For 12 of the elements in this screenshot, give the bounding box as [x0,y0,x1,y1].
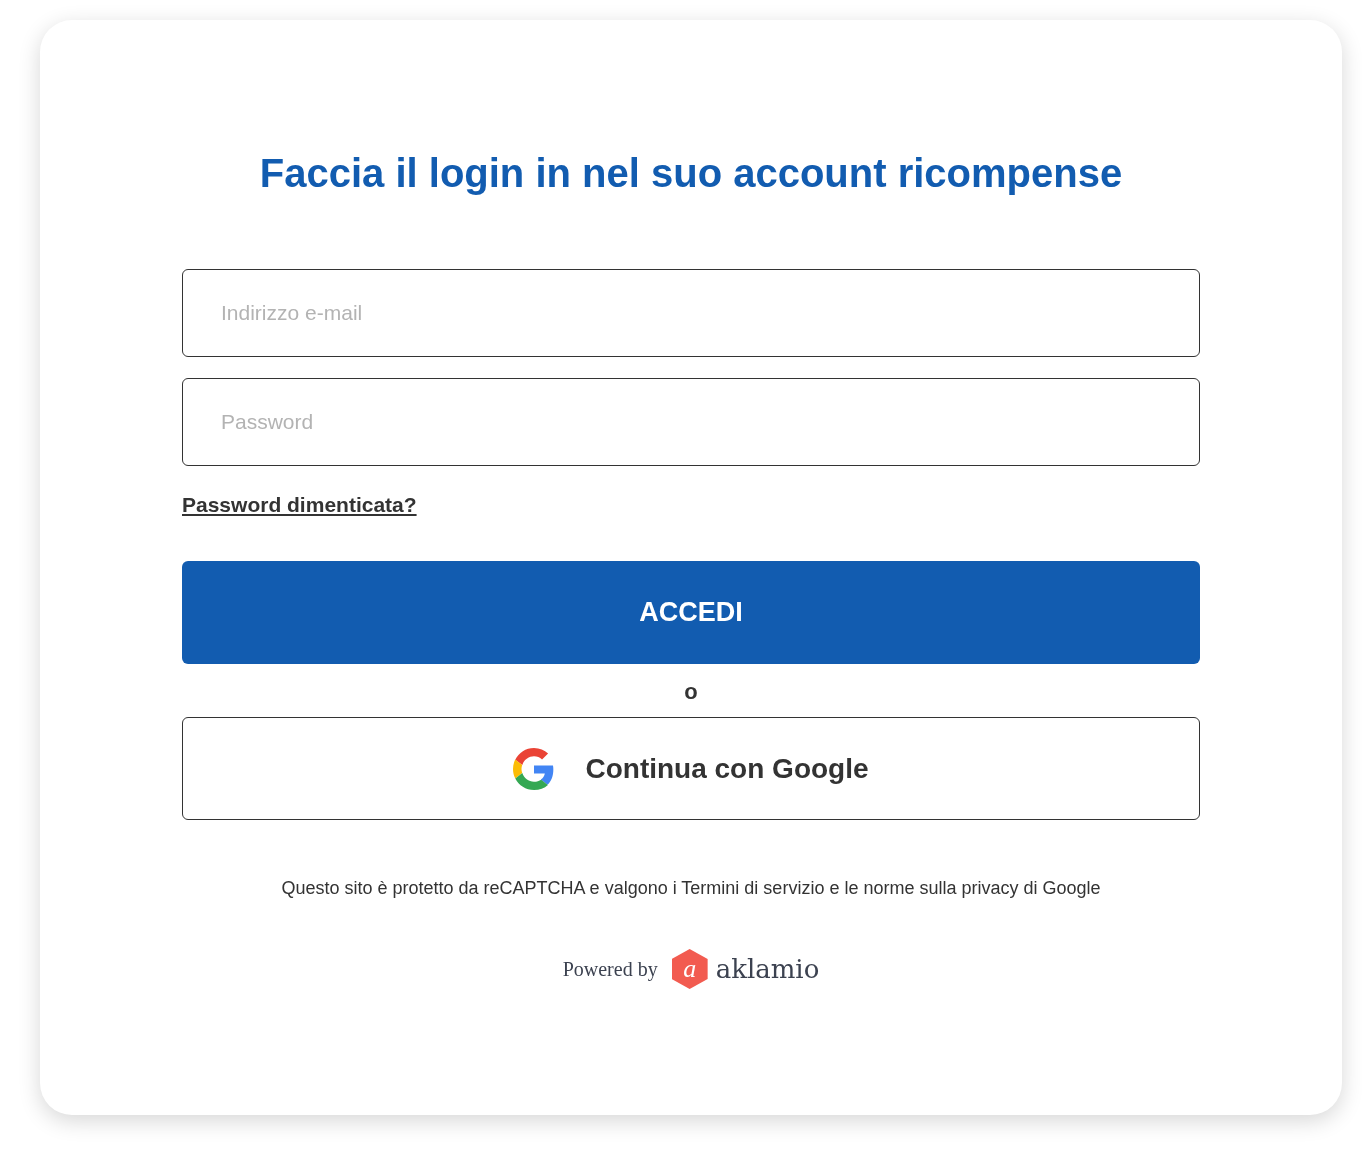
forgot-password-link[interactable]: Password dimenticata? [182,493,417,517]
powered-by-label: Powered by [562,957,658,981]
separator-text: o [684,678,698,706]
google-button[interactable]: Continua con Google [182,717,1200,820]
password-field[interactable]: Password [182,378,1200,466]
brand-logo-mark: a [671,949,708,989]
email-field[interactable]: Indirizzo e-mail [182,269,1200,357]
legal-note: Questo sito è protetto da reCAPTCHA e valgono i Termini di servizio e le norme sulla privacy di Google [281,878,1101,899]
google-icon [513,747,556,790]
brand-name: aklamio [715,954,820,984]
login-button[interactable]: ACCEDI [182,561,1200,664]
page-title: Faccia il login in nel suo account ricompense [259,150,1123,197]
